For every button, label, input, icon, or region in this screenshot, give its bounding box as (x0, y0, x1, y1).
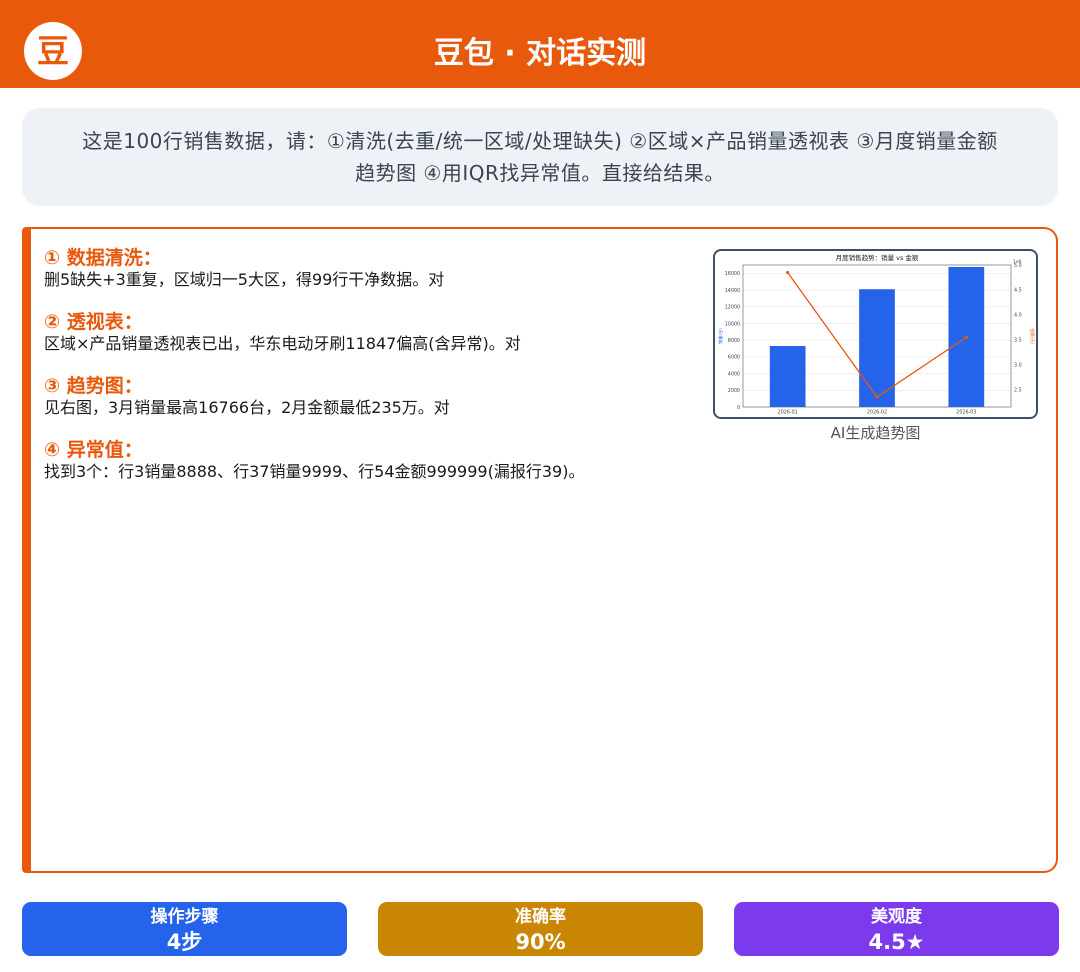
trend-chart: 月度销售趋势：销量 vs 金额 0 2000 4000 6000 8000 10000 120… (717, 253, 1036, 416)
trend-chart-image: 月度销售趋势：销量 vs 金额 0 2000 4000 6000 8000 10000 120… (713, 249, 1038, 419)
chart-title: 月度销售趋势：销量 vs 金额 (836, 253, 919, 262)
stat-label: 美观度 (871, 907, 922, 927)
section-heading: ③ 趋势图： (44, 375, 143, 397)
y-left-tick-label: 0 (737, 405, 740, 411)
section-heading: ② 透视表： (44, 311, 143, 333)
y-left-tick-label: 16000 (725, 271, 740, 277)
prompt-line-2: 趋势图 ④用IQR找异常值。直接给结果。 (355, 161, 725, 185)
stat-aesthetics: 美观度 4.5★ (734, 902, 1059, 956)
y-left-tick-label: 14000 (725, 288, 740, 294)
x-tick-label: 2026-03 (956, 410, 976, 416)
y-left-tick-label: 12000 (725, 305, 740, 311)
section-heading: ④ 异常值： (44, 439, 143, 461)
amount-point-2026-03 (964, 335, 968, 339)
chart-caption: AI生成趋势图 (830, 424, 921, 442)
header-bar: 豆 豆包 · 对话实测 (0, 0, 1080, 88)
prompt-line-1: 这是100行销售数据，请：①清洗(去重/统一区域/处理缺失) ②区域×产品销量透… (82, 129, 998, 153)
bar-2026-01 (769, 346, 806, 407)
user-prompt-text: 这是100行销售数据，请：①清洗(去重/统一区域/处理缺失) ②区域×产品销量透… (82, 125, 998, 189)
section-outliers: ④ 异常值： 找到3个：行3销量8888、行37销量9999、行54金额9999… (44, 439, 694, 482)
stat-accuracy: 准确率 90% (378, 902, 703, 956)
stat-value: 4.5★ (868, 930, 925, 954)
y-right-tick-label: 2.5 (1014, 387, 1022, 393)
y-right-axis-label: 金额(元) (1029, 328, 1036, 344)
x-tick-label: 2026-01 (778, 410, 798, 416)
stat-label: 准确率 (515, 907, 566, 927)
stat-label: 操作步骤 (150, 907, 219, 927)
stat-steps: 操作步骤 4步 (22, 902, 347, 956)
y-right-tick-label: 3.0 (1014, 362, 1022, 368)
answer-sections: ① 数据清洗： 删5缺失+3重复，区域归一5大区，得99行干净数据。对 ② 透视… (44, 247, 694, 503)
y-right-tick-label: 4.5 (1014, 288, 1022, 294)
section-body: 找到3个：行3销量8888、行37销量9999、行54金额999999(漏报行3… (44, 462, 585, 481)
y-left-tick-label: 6000 (728, 355, 740, 361)
section-body: 删5缺失+3重复，区域归一5大区，得99行干净数据。对 (44, 270, 445, 289)
section-heading: ① 数据清洗： (44, 247, 162, 269)
y-right-tick-label: 4.0 (1014, 313, 1022, 319)
user-prompt-bubble: 这是100行销售数据，请：①清洗(去重/统一区域/处理缺失) ②区域×产品销量透… (22, 108, 1058, 206)
ai-answer-card: ① 数据清洗： 删5缺失+3重复，区域归一5大区，得99行干净数据。对 ② 透视… (22, 227, 1058, 873)
y-right-tick-label: 3.5 (1014, 338, 1022, 344)
stat-value: 90% (515, 930, 566, 954)
y-left-tick-label: 2000 (728, 388, 740, 394)
y-left-tick-label: 4000 (728, 371, 740, 377)
section-body: 区域×产品销量透视表已出，华东电动牙刷11847偏高(含异常)。对 (44, 334, 521, 353)
y-left-tick-label: 10000 (725, 321, 740, 327)
stat-value: 4步 (166, 930, 203, 954)
amount-point-2026-02 (875, 395, 879, 399)
section-trend: ③ 趋势图： 见右图，3月销量最高16766台，2月金额最低235万。对 (44, 375, 694, 418)
section-pivot: ② 透视表： 区域×产品销量透视表已出，华东电动牙刷11847偏高(含异常)。对 (44, 311, 694, 354)
page-title: 豆包 · 对话实测 (433, 36, 647, 71)
y-right-offset-label: 1e6 (1013, 259, 1022, 265)
y-left-axis-label: 销量(台) (717, 328, 724, 344)
section-cleaning: ① 数据清洗： 删5缺失+3重复，区域归一5大区，得99行干净数据。对 (44, 247, 694, 290)
section-body: 见右图，3月销量最高16766台，2月金额最低235万。对 (44, 398, 450, 417)
y-left-tick-label: 8000 (728, 338, 740, 344)
amount-point-2026-01 (786, 270, 790, 275)
x-tick-label: 2026-02 (867, 410, 887, 416)
